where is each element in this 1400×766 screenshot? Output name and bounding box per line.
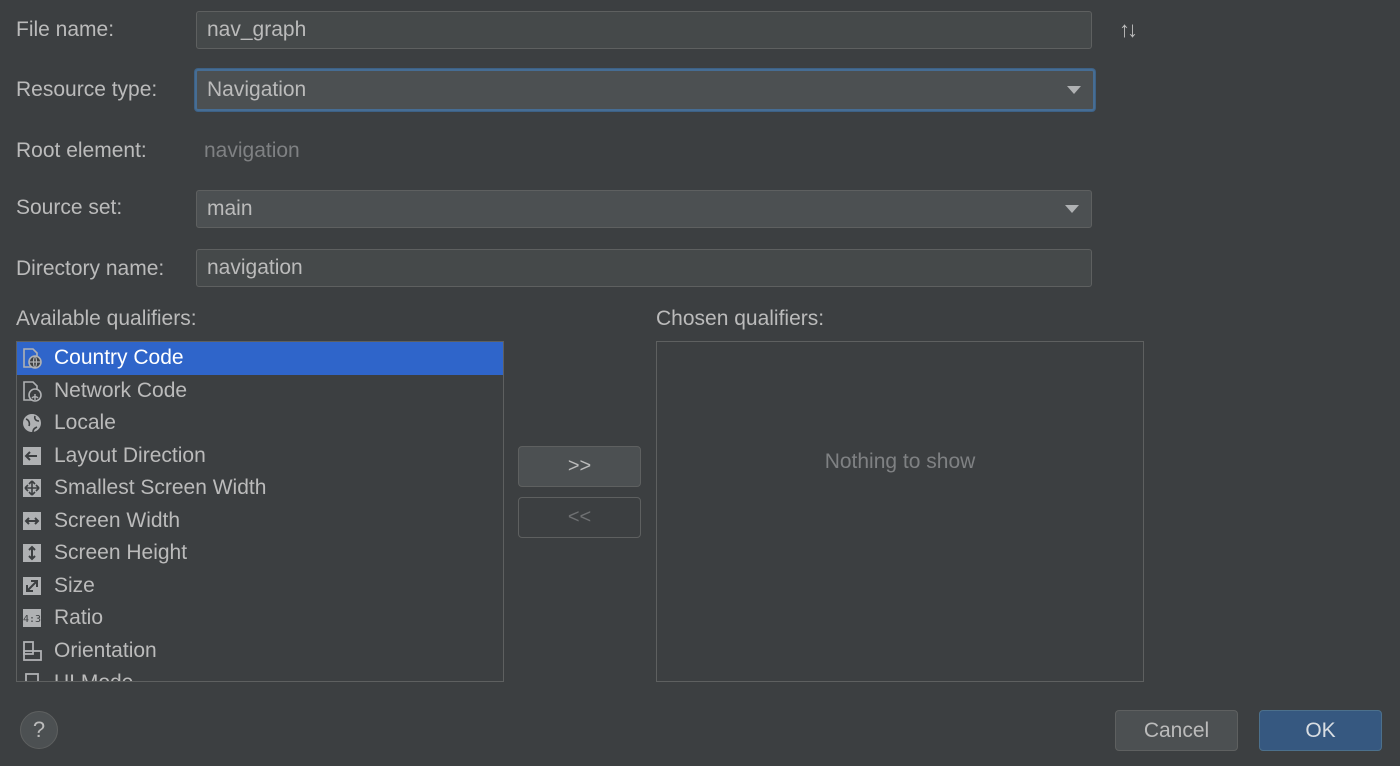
list-item-label: UI Mode [54, 671, 133, 681]
list-item-label: Locale [54, 411, 116, 435]
help-button[interactable]: ? [20, 711, 58, 749]
chosen-qualifiers-list[interactable]: Nothing to show [656, 341, 1144, 682]
chosen-qualifiers-label: Chosen qualifiers: [656, 307, 825, 330]
list-item[interactable]: Country Code [17, 342, 503, 375]
list-item[interactable]: UI Mode [17, 667, 503, 681]
list-item[interactable]: Layout Direction [17, 440, 503, 473]
directory-name-input[interactable] [196, 249, 1092, 287]
source-set-dropdown[interactable]: main [196, 190, 1092, 228]
resource-type-dropdown[interactable]: Navigation [195, 69, 1095, 111]
source-set-value: main [207, 197, 253, 220]
cancel-button[interactable]: Cancel [1115, 710, 1238, 751]
ui-mode-icon [21, 672, 43, 681]
screen-width-icon [21, 510, 43, 532]
source-set-label: Source set: [16, 196, 123, 219]
list-item[interactable]: Smallest Screen Width [17, 472, 503, 505]
list-item[interactable]: Locale [17, 407, 503, 440]
list-item[interactable]: Screen Width [17, 505, 503, 538]
resource-type-label: Resource type: [16, 78, 158, 101]
file-name-label: File name: [16, 18, 115, 41]
list-item-label: Orientation [54, 638, 157, 662]
list-item[interactable]: Network Code [17, 375, 503, 408]
list-item-label: Layout Direction [54, 443, 206, 467]
help-icon: ? [32, 717, 46, 742]
ratio-icon: 4:3 [21, 607, 43, 629]
remove-qualifier-button[interactable]: << [518, 497, 641, 538]
file-name-input[interactable] [196, 11, 1092, 49]
list-item[interactable]: 4:3 Ratio [17, 602, 503, 635]
empty-state-text: Nothing to show [824, 450, 976, 473]
list-item[interactable]: Size [17, 570, 503, 603]
list-item-label: Screen Height [54, 541, 188, 565]
available-qualifiers-label: Available qualifiers: [16, 307, 197, 330]
list-item[interactable]: Screen Height [17, 537, 503, 570]
size-icon [21, 575, 43, 597]
network-code-icon [21, 380, 43, 402]
country-code-icon [21, 347, 43, 370]
root-element-value: navigation [204, 139, 300, 162]
available-qualifiers-list[interactable]: Country Code Network Code Locale Layout … [16, 341, 504, 682]
directory-name-label: Directory name: [16, 257, 165, 280]
screen-height-icon [21, 542, 43, 564]
ok-button[interactable]: OK [1259, 710, 1382, 751]
globe-icon [21, 412, 43, 434]
root-element-label: Root element: [16, 139, 147, 162]
list-item-label: Country Code [54, 346, 184, 370]
layout-direction-icon [21, 445, 43, 467]
resource-type-value: Navigation [207, 78, 307, 101]
list-item[interactable]: Orientation [17, 635, 503, 668]
add-qualifier-button[interactable]: >> [518, 446, 641, 487]
orientation-icon [21, 640, 43, 662]
svg-text:4:3: 4:3 [23, 614, 41, 625]
sort-arrows-icon[interactable]: ↑↓ [1119, 17, 1138, 43]
list-item-label: Network Code [54, 378, 188, 402]
chevron-down-icon [1067, 86, 1081, 94]
list-item-label: Size [54, 573, 95, 597]
list-item-label: Ratio [54, 606, 104, 630]
smallest-width-icon [21, 477, 43, 499]
list-item-label: Screen Width [54, 508, 181, 532]
chevron-down-icon [1065, 205, 1079, 213]
list-item-label: Smallest Screen Width [54, 476, 267, 500]
